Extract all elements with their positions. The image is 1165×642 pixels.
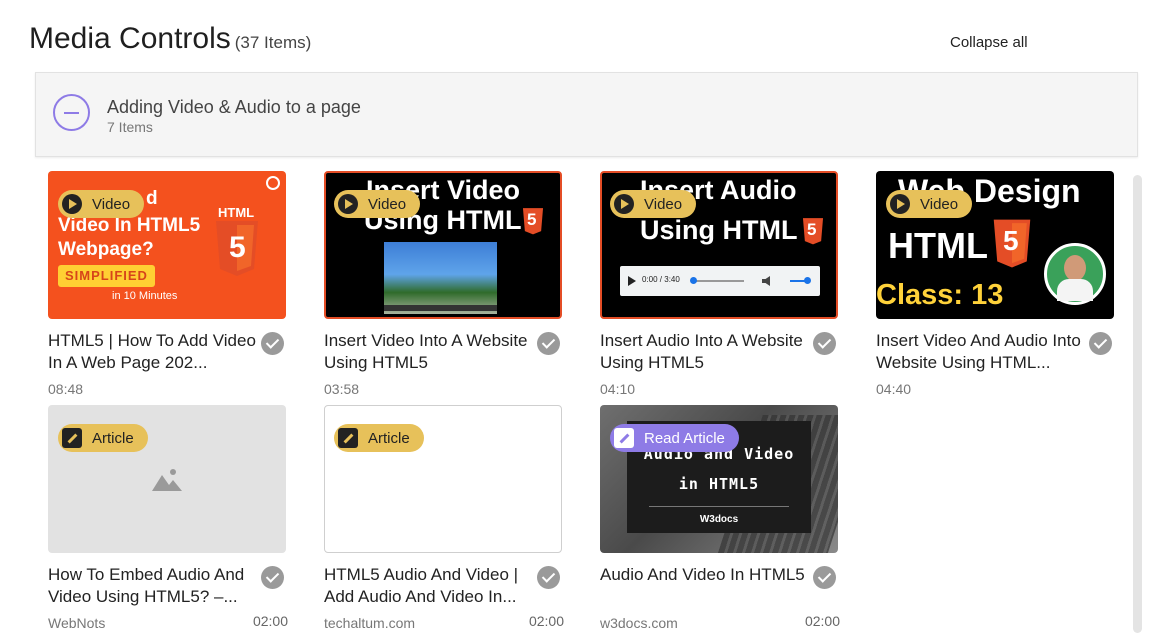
media-card[interactable]: Insert Audio Using HTML 5 0:00 / 3:40 Vi… — [600, 171, 840, 401]
audio-time: 0:00 / 3:40 — [642, 275, 680, 284]
thumb-text: in HTML5 — [678, 475, 760, 493]
card-title[interactable]: HTML5 | How To Add Video In A Web Page 2… — [48, 330, 260, 374]
section-header[interactable]: Adding Video & Audio to a page 7 Items — [35, 72, 1138, 157]
completed-check-icon[interactable] — [537, 566, 560, 589]
media-card[interactable]: d Video In HTML5 Webpage? SIMPLIFIED in … — [48, 171, 288, 401]
simplified-chip: SIMPLIFIED — [58, 265, 155, 287]
video-badge: Video — [334, 190, 421, 218]
completed-check-icon[interactable] — [261, 332, 284, 355]
collapse-all-button[interactable]: Collapse all — [950, 34, 1028, 51]
thumb-text: Using HTML — [640, 215, 798, 245]
duration: 03:58 — [324, 381, 360, 397]
badge-label: Video — [368, 195, 407, 213]
media-card[interactable]: Insert Video Using HTML 5 Video Insert V… — [324, 171, 564, 401]
play-icon — [628, 276, 636, 286]
source: w3docs.com — [600, 615, 678, 631]
thumb-text: in 10 Minutes — [112, 290, 178, 302]
edit-icon — [338, 428, 358, 448]
video-badge: Video — [610, 190, 697, 218]
duration: 04:10 — [600, 381, 636, 397]
duration: 02:00 — [528, 613, 564, 629]
card-title[interactable]: Insert Video Into A Website Using HTML5 — [324, 330, 536, 374]
media-card[interactable]: Web Design HTML 5 Class: 13 Video Insert… — [876, 171, 1116, 401]
media-card[interactable]: Article How To Embed Audio And Video Usi… — [48, 405, 288, 635]
completed-check-icon[interactable] — [813, 332, 836, 355]
thumb-text: 5 — [229, 231, 246, 264]
badge-label: Video — [92, 195, 131, 213]
card-title[interactable]: HTML5 Audio And Video | Add Audio And Vi… — [324, 564, 536, 608]
page-title-text: Media Controls — [29, 22, 231, 55]
duration: 08:48 — [48, 381, 84, 397]
volume-icon — [762, 276, 770, 286]
source: WebNots — [48, 615, 106, 631]
article-badge: Article — [58, 424, 148, 452]
video-controls — [384, 305, 497, 311]
badge-label: Video — [920, 195, 959, 213]
thumb-text: 5 — [1003, 225, 1019, 256]
page-title: Media Controls (37 Items) — [29, 22, 311, 56]
completed-check-icon[interactable] — [261, 566, 284, 589]
thumb-text: Webpage? — [58, 239, 154, 260]
completed-check-icon[interactable] — [537, 332, 560, 355]
badge-label: Video — [644, 195, 683, 213]
duration: 02:00 — [804, 613, 840, 629]
card-title[interactable]: Insert Video And Audio Into Website Usin… — [876, 330, 1088, 374]
video-badge: Video — [886, 190, 973, 218]
video-badge: Video — [58, 190, 145, 218]
thumb-text: 5 — [527, 210, 537, 229]
edit-icon — [62, 428, 82, 448]
play-icon — [890, 194, 910, 214]
audio-player: 0:00 / 3:40 — [620, 266, 820, 296]
page: Media Controls (37 Items) Collapse all Ad… — [0, 0, 1165, 642]
duration: 04:40 — [876, 381, 912, 397]
thumb-text: HTML — [218, 205, 255, 220]
channel-logo-icon — [266, 176, 280, 190]
item-count: (37 Items) — [234, 33, 312, 52]
image-placeholder-icon — [152, 469, 182, 491]
source: techaltum.com — [324, 615, 416, 631]
completed-check-icon[interactable] — [1089, 332, 1112, 355]
completed-check-icon[interactable] — [813, 566, 836, 589]
card-title[interactable]: Audio And Video In HTML5 — [600, 564, 812, 586]
edit-icon — [614, 428, 634, 448]
play-icon — [614, 194, 634, 214]
thumb-text: Class: 13 — [876, 279, 1004, 311]
audio-progress — [692, 280, 744, 282]
audio-scrubber — [690, 277, 697, 284]
presenter-avatar — [1044, 243, 1106, 305]
card-title[interactable]: How To Embed Audio And Video Using HTML5… — [48, 564, 260, 608]
badge-label: Article — [368, 429, 410, 447]
volume-scrubber — [804, 277, 811, 284]
play-icon — [338, 194, 358, 214]
duration: 02:00 — [252, 613, 288, 629]
thumb-text: Video In HTML5 — [58, 215, 201, 236]
section-item-count: 7 Items — [107, 119, 153, 135]
section-title: Adding Video & Audio to a page — [107, 97, 361, 117]
card-title[interactable]: Insert Audio Into A Website Using HTML5 — [600, 330, 812, 374]
media-card[interactable]: Article HTML5 Audio And Video | Add Audi… — [324, 405, 564, 635]
collapse-section-icon[interactable] — [53, 94, 90, 131]
thumb-text: HTML — [888, 225, 988, 266]
read-article-badge: Read Article — [610, 424, 739, 452]
play-icon — [62, 194, 82, 214]
thumb-text: d — [146, 188, 158, 209]
thumb-text: 5 — [807, 220, 817, 239]
scrollbar[interactable] — [1133, 175, 1142, 633]
media-card[interactable]: Audio and Video in HTML5 W3docs Read Art… — [600, 405, 840, 635]
article-badge: Article — [334, 424, 424, 452]
badge-label: Read Article — [644, 429, 725, 447]
w3docs-logo: W3docs — [699, 514, 739, 525]
badge-label: Article — [92, 429, 134, 447]
video-preview — [384, 242, 497, 314]
